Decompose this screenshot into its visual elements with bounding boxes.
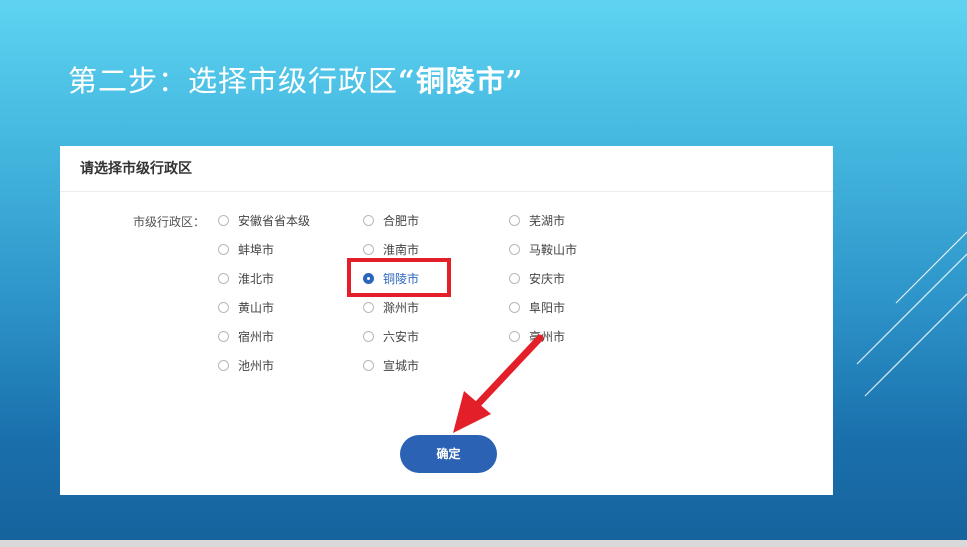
city-option[interactable]: 宣城市	[363, 358, 419, 374]
city-option-label: 淮南市	[383, 243, 420, 257]
field-label: 市级行政区：	[133, 215, 206, 229]
slide-title: 第二步：选择市级行政区“铜陵市”	[68, 58, 523, 100]
city-option[interactable]: 安庆市	[509, 271, 565, 287]
radio-icon[interactable]	[363, 215, 374, 226]
city-option-label: 池州市	[238, 359, 275, 373]
radio-icon[interactable]	[218, 273, 229, 284]
radio-icon[interactable]	[509, 244, 520, 255]
city-option[interactable]: 亳州市	[509, 329, 565, 345]
slide-title-text: 第二步：选择市级行政区	[68, 64, 399, 98]
radio-icon[interactable]	[363, 244, 374, 255]
radio-icon[interactable]	[218, 331, 229, 342]
radio-icon[interactable]	[509, 215, 520, 226]
city-option-label: 蚌埠市	[238, 243, 275, 257]
city-selection-panel: 请选择市级行政区 市级行政区： 安徽省省本级 合肥市 芜湖市 蚌埠市 淮南市 马…	[60, 146, 833, 495]
radio-icon[interactable]	[363, 302, 374, 313]
city-option[interactable]: 黄山市	[218, 300, 274, 316]
city-option[interactable]: 淮南市	[363, 242, 419, 258]
city-option-label: 安徽省省本级	[238, 214, 311, 228]
city-option-label: 安庆市	[529, 272, 566, 286]
confirm-button[interactable]: 确定	[400, 435, 497, 473]
city-option-label: 芜湖市	[529, 214, 566, 228]
city-option[interactable]: 安徽省省本级	[218, 213, 310, 229]
radio-icon[interactable]	[218, 302, 229, 313]
radio-icon[interactable]	[218, 215, 229, 226]
city-option-label: 宿州市	[238, 330, 275, 344]
city-option-label: 合肥市	[383, 214, 420, 228]
radio-icon[interactable]	[509, 302, 520, 313]
radio-icon[interactable]	[509, 273, 520, 284]
radio-icon[interactable]	[363, 331, 374, 342]
city-option[interactable]: 滁州市	[363, 300, 419, 316]
city-option[interactable]: 马鞍山市	[509, 242, 577, 258]
city-option-label: 滁州市	[383, 301, 420, 315]
city-option-label: 亳州市	[529, 330, 566, 344]
city-option[interactable]: 宿州市	[218, 329, 274, 345]
panel-title: 请选择市级行政区	[60, 146, 833, 192]
city-option[interactable]: 合肥市	[363, 213, 419, 229]
radio-icon[interactable]	[218, 244, 229, 255]
highlight-box	[347, 258, 451, 297]
city-option-label: 黄山市	[238, 301, 275, 315]
radio-icon[interactable]	[218, 360, 229, 371]
city-option[interactable]: 阜阳市	[509, 300, 565, 316]
city-option[interactable]: 蚌埠市	[218, 242, 274, 258]
city-option[interactable]: 淮北市	[218, 271, 274, 287]
city-option[interactable]: 芜湖市	[509, 213, 565, 229]
city-option-label: 马鞍山市	[529, 243, 578, 257]
city-option-label: 淮北市	[238, 272, 275, 286]
radio-icon[interactable]	[509, 331, 520, 342]
city-option-label: 阜阳市	[529, 301, 566, 315]
radio-icon[interactable]	[363, 360, 374, 371]
city-option[interactable]: 池州市	[218, 358, 274, 374]
city-option-label: 六安市	[383, 330, 420, 344]
bottom-strip	[0, 540, 967, 547]
city-option[interactable]: 六安市	[363, 329, 419, 345]
slide-title-highlight: “铜陵市”	[398, 64, 524, 98]
city-option-label: 宣城市	[383, 359, 420, 373]
